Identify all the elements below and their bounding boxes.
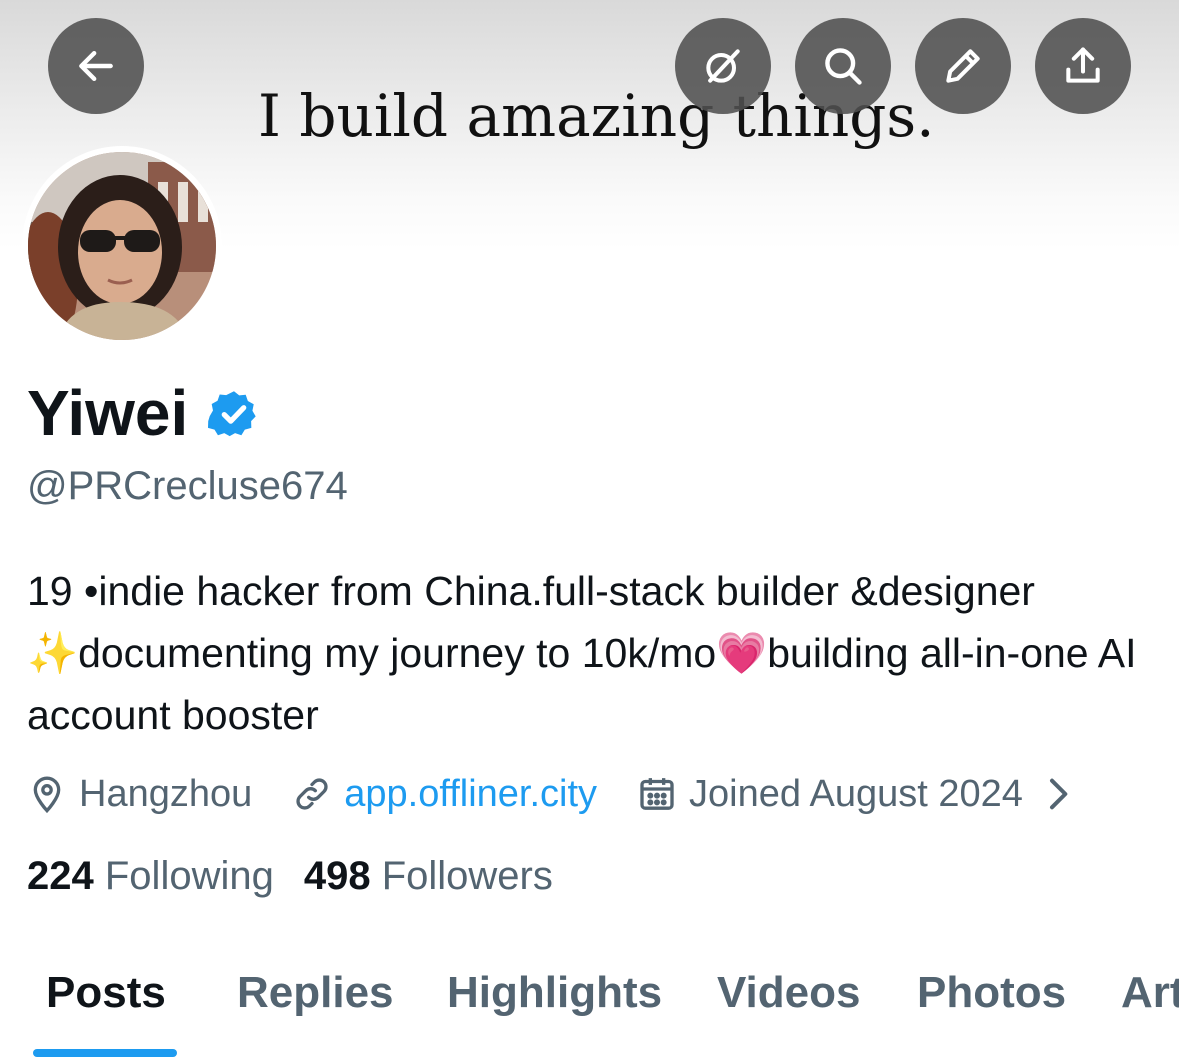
share-upload-icon	[1066, 47, 1100, 83]
tab-replies[interactable]: Replies	[237, 968, 394, 1018]
followers-count: 498	[303, 854, 371, 898]
profile-tabs: Posts Replies Highlights Videos Photos A…	[0, 960, 1179, 1057]
location-pin-icon	[33, 776, 61, 814]
bio-text-2a: documenting my journey to 10k/mo	[78, 630, 717, 676]
edit-button[interactable]	[915, 18, 1011, 114]
tab-articles[interactable]: Articles	[1121, 968, 1179, 1018]
search-icon	[825, 48, 862, 85]
share-button[interactable]	[1035, 18, 1131, 114]
search-button[interactable]	[795, 18, 891, 114]
sparkles-emoji: ✨	[27, 629, 79, 677]
avatar[interactable]	[28, 152, 216, 340]
active-tab-indicator	[33, 1049, 177, 1057]
tab-videos[interactable]: Videos	[717, 968, 860, 1018]
website-link[interactable]: app.offliner.city	[344, 773, 597, 816]
profile-meta: Hangzhou app.offliner.city Joined August…	[27, 768, 1129, 820]
tab-highlights[interactable]: Highlights	[447, 968, 662, 1018]
following-label: Following	[104, 854, 274, 898]
profile-bio: 19 •indie hacker from China.full-stack b…	[27, 560, 1167, 746]
slash-circle-icon	[706, 49, 740, 83]
back-button[interactable]	[48, 18, 144, 114]
bio-line-1: 19 •indie hacker from China.full-stack b…	[27, 568, 1035, 614]
followers-stat[interactable]: 498 Followers	[304, 854, 553, 899]
follow-stats: 224 Following 498 Followers	[27, 854, 583, 899]
arrow-left-icon	[79, 50, 113, 82]
followers-label: Followers	[381, 854, 553, 898]
avatar-image	[28, 152, 216, 340]
profile-page: I build amazing things. Yiwei @PRCreclus…	[0, 0, 1179, 1057]
chevron-right-icon[interactable]	[1037, 774, 1077, 814]
avatar-border[interactable]	[22, 146, 222, 346]
pink-heart-emoji: 💗	[716, 629, 768, 677]
website[interactable]: app.offliner.city	[292, 773, 597, 816]
following-stat[interactable]: 224 Following	[27, 854, 274, 899]
verified-badge-icon[interactable]	[208, 388, 260, 440]
grok-button[interactable]	[675, 18, 771, 114]
display-name: Yiwei	[27, 377, 189, 449]
tab-posts[interactable]: Posts	[46, 968, 166, 1018]
tab-photos[interactable]: Photos	[917, 968, 1066, 1018]
pencil-icon	[946, 49, 980, 83]
calendar-icon	[640, 778, 674, 810]
link-icon	[296, 778, 328, 810]
joined-text: Joined August 2024	[689, 772, 1023, 815]
username-handle: @PRCrecluse674	[27, 464, 348, 508]
location: Hangzhou	[27, 773, 252, 816]
joined-date[interactable]: Joined August 2024	[637, 773, 1089, 816]
following-count: 224	[27, 854, 94, 898]
location-text: Hangzhou	[79, 772, 253, 815]
